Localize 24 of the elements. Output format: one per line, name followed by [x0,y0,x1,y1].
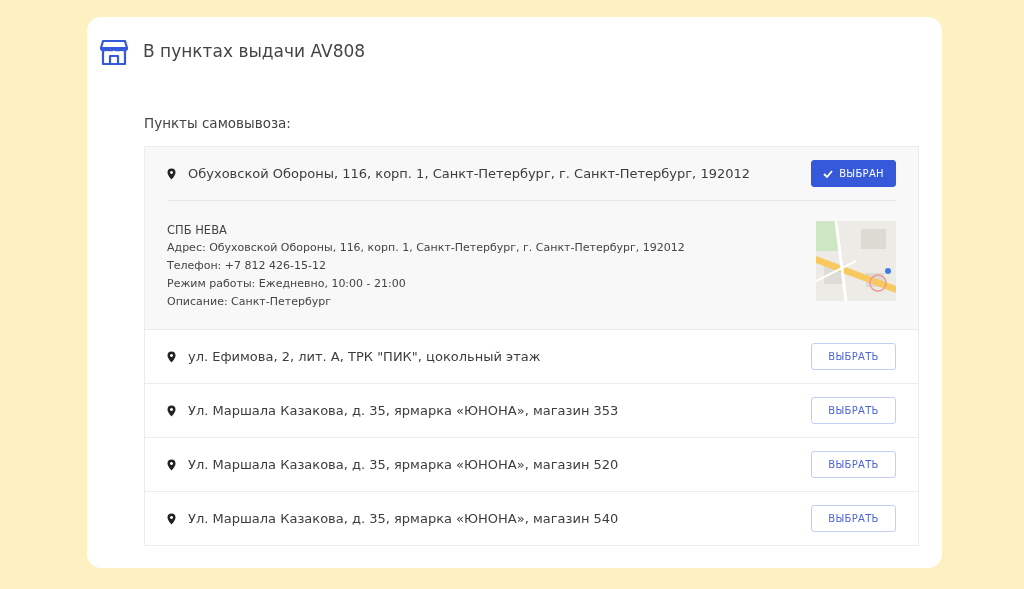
point-detail: Адрес: Обуховской Обороны, 116, корп. 1, Санкт-Петербург, г. Санкт-Петербург, 192012 [167,240,685,257]
selected-button[interactable]: ВЫБРАН [811,160,896,188]
point-detail: Описание: Санкт-Петербург [167,294,332,311]
select-button[interactable]: ВЫБРАТЬ [811,505,896,533]
pickup-address: Ул. Маршала Казакова, д. 35, ярмарка «ЮНОНА», магазин 520 [188,456,620,474]
location-pin-icon [167,458,176,471]
select-button[interactable]: ВЫБРАТЬ [811,397,896,425]
select-button[interactable]: ВЫБРАТЬ [811,451,896,479]
point-name: СПБ НЕВА [167,222,228,240]
point-detail: Режим работы: Ежедневно, 10:00 - 21:00 [167,276,407,293]
location-pin-icon [167,350,176,363]
pickup-address: Обуховской Обороны, 116, корп. 1, Санкт-Петербург, г. Санкт-Петербург, 192012 [188,165,751,183]
subtitle: Пункты самовывоза: [144,114,292,133]
location-pin-icon [167,167,176,180]
location-pin-icon [167,404,176,417]
pickup-address: Ул. Маршала Казакова, д. 35, ярмарка «ЮНОНА», магазин 540 [188,510,620,528]
pickup-address: Ул. Маршала Казакова, д. 35, ярмарка «ЮНОНА», магазин 353 [188,402,620,420]
pickup-address: ул. Ефимова, 2, лит. А, ТРК "ПИК", цокольный этаж [188,348,542,366]
location-pin-icon [167,512,176,525]
store-icon [99,37,129,67]
check-icon [823,169,834,178]
point-detail: Телефон: +7 812 426-15-12 [167,258,327,275]
select-button[interactable]: ВЫБРАТЬ [811,343,896,371]
section-title: В пунктах выдачи AV808 [143,40,366,64]
